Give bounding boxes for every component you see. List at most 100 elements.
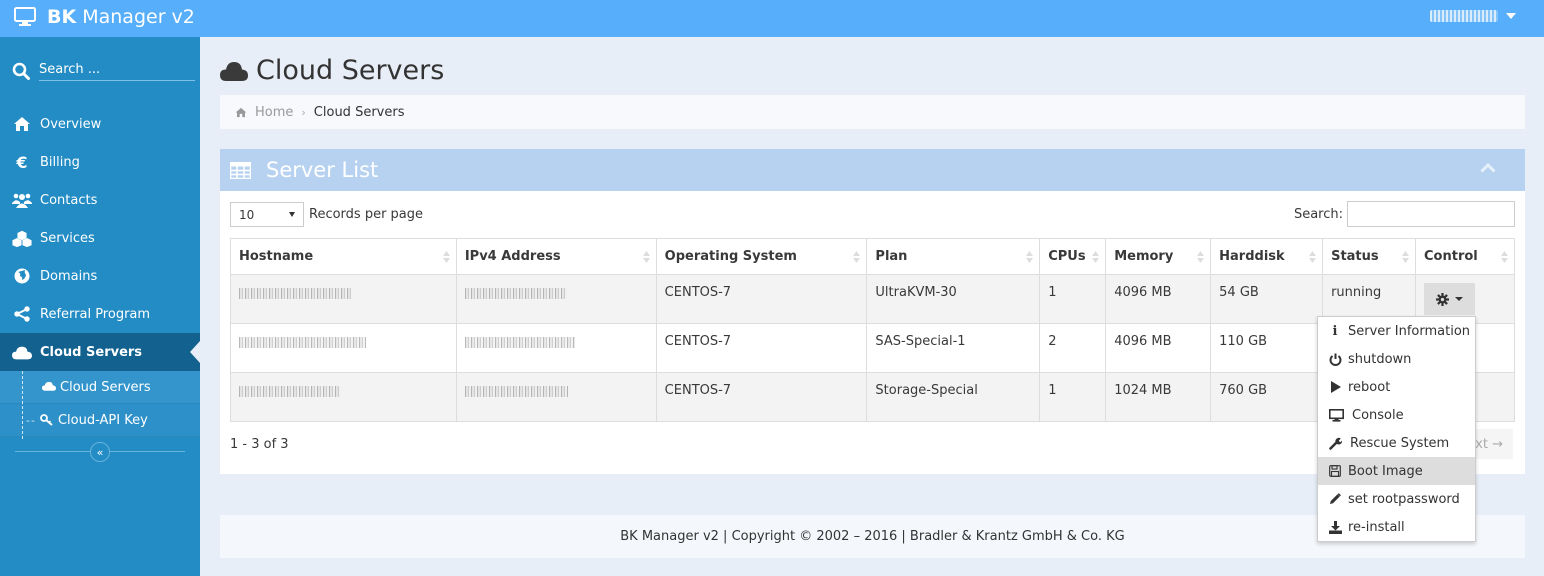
column-label: Status [1331, 249, 1379, 264]
menu-item-label: Server Information [1348, 323, 1471, 339]
records-per-page-value: 10 [239, 207, 255, 222]
table-icon [230, 161, 251, 179]
sidebar-item-overview[interactable]: Overview [0, 105, 200, 143]
column-label: Plan [875, 249, 908, 264]
sidebar-collapse-button[interactable]: « [90, 442, 110, 462]
sort-icon [1402, 251, 1410, 263]
info-icon: i [1332, 323, 1338, 339]
menu-item-set-rootpassword[interactable]: set rootpassword [1318, 485, 1475, 513]
cell-cpus: 2 [1039, 323, 1107, 373]
cell-cpus: 1 [1039, 274, 1107, 324]
sort-icon [1197, 251, 1205, 263]
cell-harddisk: 110 GB [1210, 323, 1324, 373]
sidebar-item-contacts[interactable]: Contacts [0, 181, 200, 219]
table-search: Search: [1294, 201, 1515, 227]
breadcrumb-home-link[interactable]: Home [255, 105, 293, 120]
column-label: Harddisk [1219, 249, 1285, 264]
sidebar-item-cloud-servers[interactable]: Cloud Servers [0, 333, 200, 371]
column-header-hostname[interactable]: Hostname [230, 238, 457, 275]
menu-item-label: reboot [1348, 379, 1391, 395]
cell-plan: SAS-Special-1 [866, 323, 1041, 373]
redacted-hostname [239, 386, 340, 397]
pencil-icon [1328, 492, 1342, 506]
cell-cpus: 1 [1039, 372, 1107, 422]
euro-icon: € [16, 152, 28, 172]
redacted-ipv4 [464, 337, 575, 348]
cell-os: CENTOS-7 [655, 274, 868, 324]
redacted-ipv4 [464, 288, 567, 299]
column-header-memory[interactable]: Memory [1105, 238, 1212, 275]
sidebar-item-label: Overview [40, 116, 102, 132]
sidebar-item-label: Contacts [40, 192, 98, 208]
sidebar-item-billing[interactable]: € Billing [0, 143, 200, 181]
chevron-up-icon[interactable] [1480, 163, 1496, 173]
records-per-page-select[interactable]: 10 [230, 202, 304, 227]
users-icon [12, 191, 32, 209]
column-header-harddisk[interactable]: Harddisk [1210, 238, 1324, 275]
menu-item-server-information[interactable]: i Server Information [1318, 317, 1475, 345]
menu-item-shutdown[interactable]: shutdown [1318, 345, 1475, 373]
column-label: Hostname [239, 249, 314, 264]
sort-icon [1309, 251, 1317, 263]
cell-ipv4 [455, 323, 657, 373]
globe-icon [12, 267, 32, 285]
sidebar-item-services[interactable]: Services [0, 219, 200, 257]
cell-os: CENTOS-7 [655, 323, 868, 373]
sidebar-item-label: Referral Program [40, 306, 151, 322]
home-icon [235, 107, 247, 117]
sidebar-subitem-cloud-api-key[interactable]: -- Cloud-API Key [0, 404, 200, 437]
sidebar-search-input[interactable] [39, 60, 195, 81]
cell-hostname [230, 274, 457, 324]
column-header-cpus[interactable]: CPUs [1039, 238, 1107, 275]
menu-item-boot-image[interactable]: Boot Image [1318, 457, 1475, 485]
caret-down-icon [289, 212, 295, 217]
records-per-page-label: Records per page [309, 207, 424, 222]
column-header-os[interactable]: Operating System [655, 238, 868, 275]
brand-name: Manager v2 [82, 6, 195, 28]
table-info: 1 - 3 of 3 [230, 437, 289, 452]
user-name-redacted [1430, 10, 1498, 22]
control-dropdown-menu: i Server Information shutdown reboot Con… [1317, 316, 1476, 542]
table-search-input[interactable] [1347, 201, 1515, 227]
user-menu[interactable] [1430, 10, 1516, 22]
column-header-control[interactable]: Control [1415, 238, 1515, 275]
menu-item-label: set rootpassword [1348, 491, 1460, 507]
cell-memory: 4096 MB [1105, 274, 1212, 324]
brand[interactable]: BK Manager v2 [14, 3, 195, 31]
column-header-plan[interactable]: Plan [866, 238, 1041, 275]
sidebar-item-domains[interactable]: Domains [0, 257, 200, 295]
column-header-status[interactable]: Status [1322, 238, 1417, 275]
sidebar-item-label: Services [40, 230, 95, 246]
share-icon [12, 305, 32, 323]
column-label: CPUs [1048, 249, 1086, 264]
breadcrumb-separator: › [301, 105, 306, 119]
cubes-icon [12, 229, 32, 247]
sidebar-subitem-label: Cloud Servers [60, 379, 151, 395]
cell-harddisk: 760 GB [1210, 372, 1324, 422]
menu-item-re-install[interactable]: re-install [1318, 513, 1475, 541]
brand-bold: BK [47, 6, 77, 28]
cell-harddisk: 54 GB [1210, 274, 1324, 324]
menu-item-reboot[interactable]: reboot [1318, 373, 1475, 401]
power-icon [1328, 352, 1342, 366]
cell-memory: 1024 MB [1105, 372, 1212, 422]
sidebar-subitem-cloud-servers[interactable]: Cloud Servers [0, 371, 200, 404]
sidebar-item-label: Billing [40, 154, 80, 170]
cell-plan: Storage-Special [866, 372, 1041, 422]
cloud-icon [42, 381, 56, 393]
redacted-hostname [239, 288, 351, 299]
download-icon [1328, 520, 1342, 534]
cell-memory: 4096 MB [1105, 323, 1212, 373]
menu-item-label: Console [1352, 407, 1404, 423]
control-dropdown-button[interactable] [1424, 283, 1476, 315]
menu-item-label: re-install [1348, 519, 1405, 535]
menu-item-console[interactable]: Console [1318, 401, 1475, 429]
sort-icon [642, 251, 650, 263]
monitor-icon [14, 7, 36, 26]
menu-item-rescue-system[interactable]: Rescue System [1318, 429, 1475, 457]
column-header-ipv4[interactable]: IPv4 Address [455, 238, 657, 275]
home-icon [12, 115, 32, 133]
sort-icon [1092, 251, 1100, 263]
sidebar-item-referral-program[interactable]: Referral Program [0, 295, 200, 333]
sidebar-nav: Overview € Billing Contacts Services Dom… [0, 105, 200, 439]
